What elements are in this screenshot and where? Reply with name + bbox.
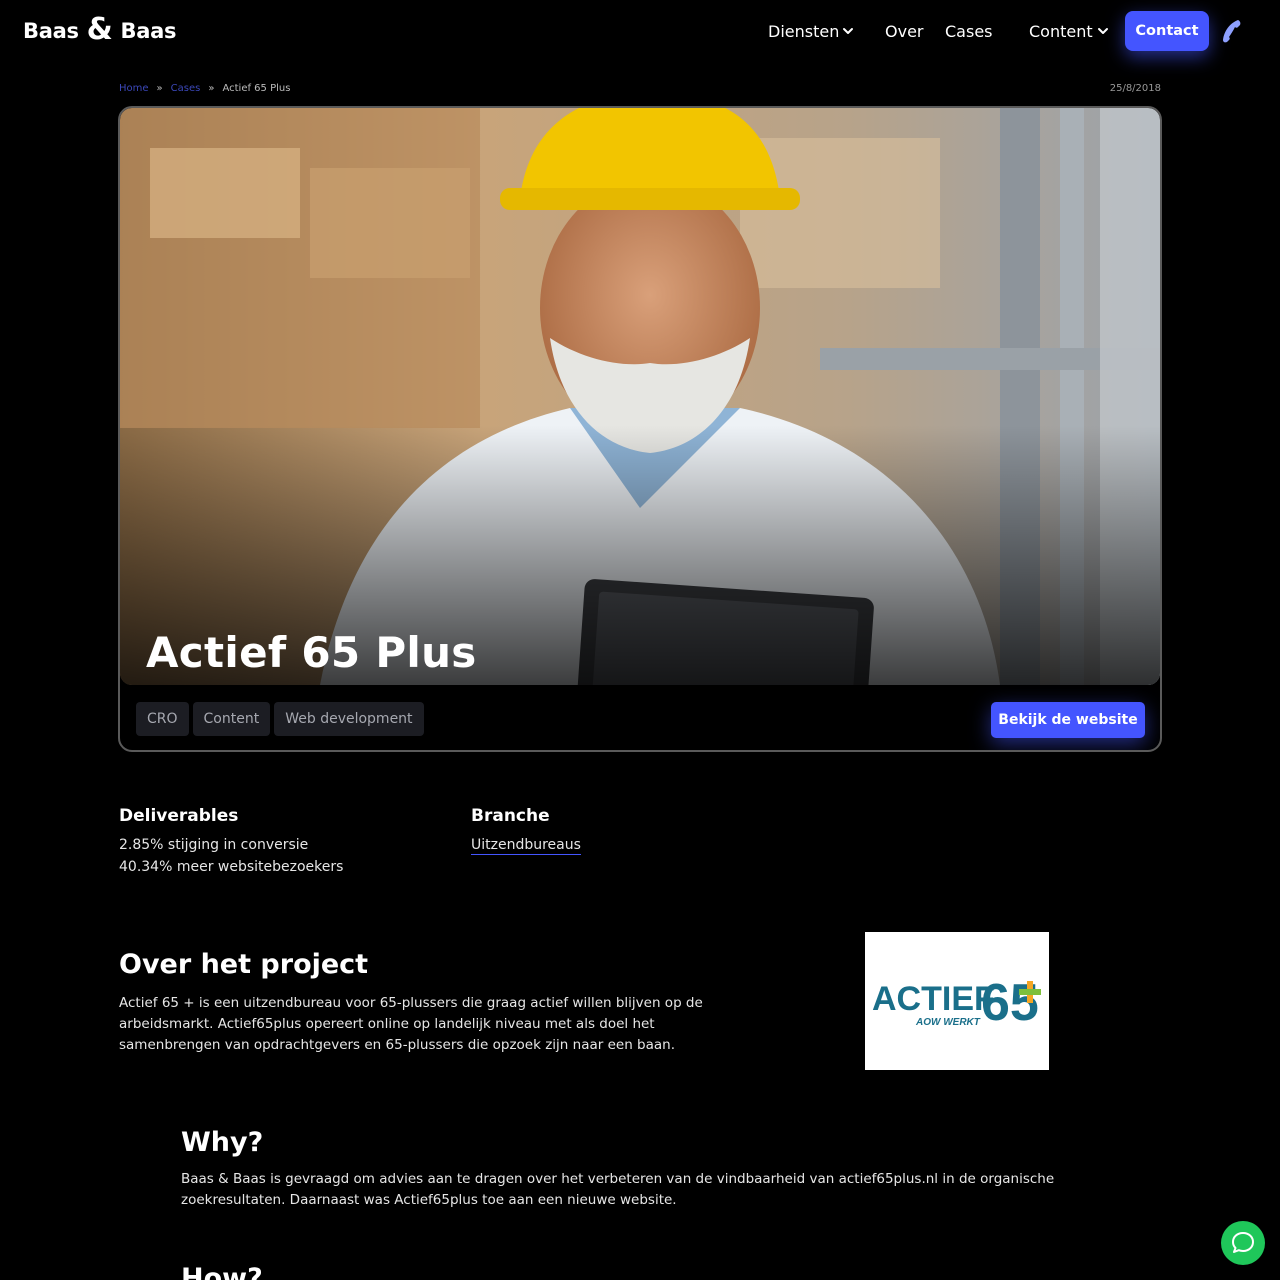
case-title: Actief 65 Plus bbox=[146, 628, 477, 677]
tag-cro[interactable]: CRO bbox=[136, 702, 189, 736]
tag-list: CRO Content Web development bbox=[136, 702, 424, 736]
deliverable-item: 40.34% meer websitebezoekers bbox=[119, 859, 344, 875]
breadcrumb-cases[interactable]: Cases bbox=[171, 83, 201, 94]
brand-ampersand: & bbox=[86, 12, 113, 47]
breadcrumb-separator: » bbox=[156, 83, 163, 94]
branche-title: Branche bbox=[471, 806, 550, 826]
chevron-down-icon[interactable] bbox=[1096, 24, 1110, 38]
deliverable-item: 2.85% stijging in conversie bbox=[119, 837, 309, 853]
publish-date: 25/8/2018 bbox=[1109, 83, 1161, 94]
branche-value: Uitzendbureaus bbox=[471, 834, 581, 856]
chevron-down-icon[interactable] bbox=[841, 24, 855, 38]
view-website-button[interactable]: Bekijk de website bbox=[991, 702, 1145, 738]
why-title: Why? bbox=[181, 1127, 264, 1158]
brand-right: Baas bbox=[120, 19, 177, 43]
deliverables-title: Deliverables bbox=[119, 806, 239, 826]
site-header: Baas & Baas Diensten Over Cases Content … bbox=[0, 0, 1280, 64]
brand-logo[interactable]: Baas & Baas bbox=[23, 12, 177, 47]
brand-left: Baas bbox=[23, 19, 79, 43]
phone-icon[interactable] bbox=[1221, 18, 1245, 44]
contact-button[interactable]: Contact bbox=[1125, 11, 1209, 51]
tag-content[interactable]: Content bbox=[192, 702, 271, 736]
breadcrumb: Home » Cases » Actief 65 Plus bbox=[119, 83, 290, 94]
deliverables-list: 2.85% stijging in conversie 40.34% meer … bbox=[119, 834, 343, 878]
tag-web-development[interactable]: Web development bbox=[274, 702, 424, 736]
chat-button[interactable] bbox=[1221, 1221, 1265, 1265]
nav-item-over[interactable]: Over bbox=[885, 22, 923, 41]
case-hero-card: Actief 65 Plus CRO Content Web developme… bbox=[118, 106, 1162, 752]
why-text: Baas & Baas is gevraagd om advies aan te… bbox=[181, 1171, 1055, 1208]
hero-image bbox=[120, 108, 1160, 685]
logo-main: ACTIEF bbox=[872, 980, 995, 1018]
branche-link[interactable]: Uitzendbureaus bbox=[471, 837, 581, 855]
breadcrumb-home[interactable]: Home bbox=[119, 83, 149, 94]
how-title: How? bbox=[181, 1263, 263, 1280]
about-title: Over het project bbox=[119, 949, 369, 980]
logo-subtitle: AOW WERKT bbox=[915, 1017, 981, 1028]
breadcrumb-separator: » bbox=[208, 83, 215, 94]
nav-item-diensten[interactable]: Diensten bbox=[768, 22, 839, 41]
breadcrumb-current: Actief 65 Plus bbox=[222, 83, 291, 94]
chat-bubble-icon bbox=[1232, 1232, 1254, 1253]
nav-item-cases[interactable]: Cases bbox=[945, 22, 993, 41]
client-logo: ACTIEF 65 AOW WERKT bbox=[865, 932, 1049, 1070]
nav-item-content[interactable]: Content bbox=[1029, 22, 1093, 41]
about-text: Actief 65 + is een uitzendbureau voor 65… bbox=[119, 995, 703, 1053]
